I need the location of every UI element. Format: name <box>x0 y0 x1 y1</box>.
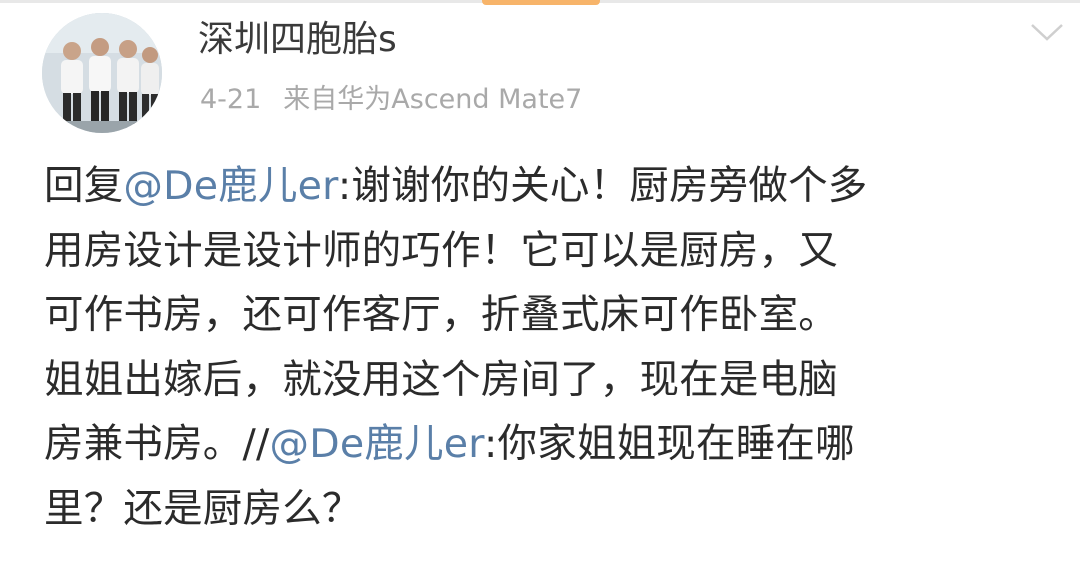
content-line: 用房设计是设计师的巧作！它可以是厨房，又 <box>44 227 838 274</box>
reply-prefix: 回复 <box>44 163 124 209</box>
mention-link[interactable]: @De鹿儿er <box>270 421 484 467</box>
weibo-post: 深圳四胞胎s 4-21 来自华为Ascend Mate7 回复@De鹿儿er:谢谢… <box>0 0 1080 564</box>
content-text: :你家姐姐现在睡在哪 <box>484 421 855 467</box>
post-source: 来自华为Ascend Mate7 <box>283 84 583 115</box>
content-line: 可作书房，还可作客厅，折叠式床可作卧室。 <box>44 292 838 338</box>
avatar[interactable] <box>42 13 162 133</box>
chevron-down-icon[interactable] <box>1030 22 1064 42</box>
post-content: 回复@De鹿儿er:谢谢你的关心！厨房旁做个多 用房设计是设计师的巧作！它可以是… <box>44 154 1059 541</box>
content-text: :谢谢你的关心！厨房旁做个多 <box>337 163 868 209</box>
avatar-photo <box>42 13 162 133</box>
username[interactable]: 深圳四胞胎s <box>198 14 397 66</box>
post-meta: 4-21 来自华为Ascend Mate7 <box>200 80 582 120</box>
content-line: 姐姐出嫁后，就没用这个房间了，现在是电脑 <box>44 356 838 403</box>
content-line: 房兼书房。//@De鹿儿er:你家姐姐现在睡在哪 <box>44 412 1059 477</box>
post-date: 4-21 <box>200 84 262 115</box>
content-text: 房兼书房。// <box>44 421 270 467</box>
content-line: 回复@De鹿儿er:谢谢你的关心！厨房旁做个多 <box>44 154 1059 219</box>
mention-link[interactable]: @De鹿儿er <box>123 163 337 209</box>
content-line: 里？还是厨房么？ <box>44 485 362 532</box>
